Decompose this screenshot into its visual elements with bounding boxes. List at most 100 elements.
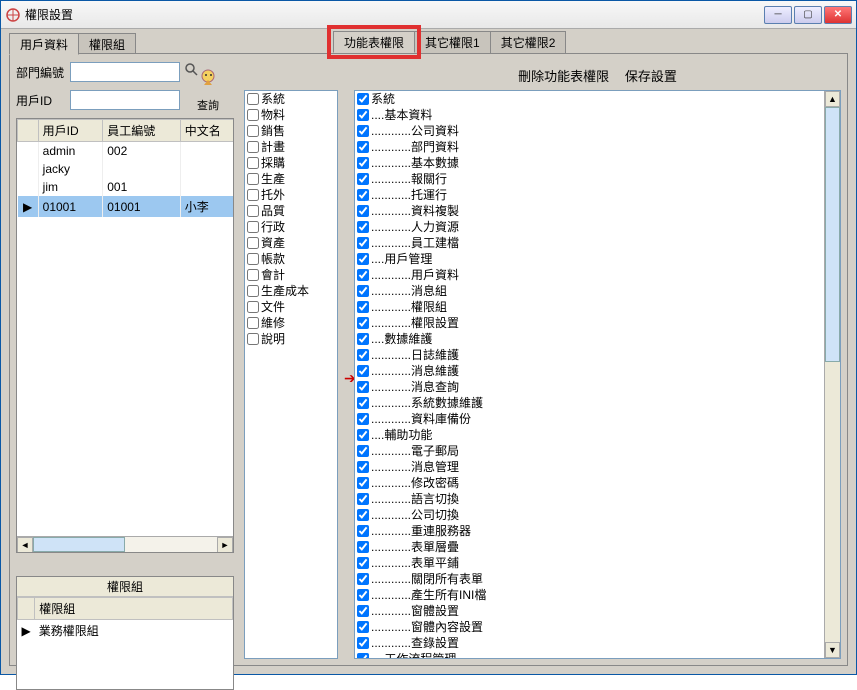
module-checkbox[interactable] xyxy=(247,333,259,345)
hscroll-right-arrow[interactable]: ► xyxy=(217,537,233,553)
group-grid[interactable]: 權限組 權限組 ▶業務權限組 xyxy=(16,576,234,690)
perm-checkbox[interactable] xyxy=(357,221,369,233)
perm-tree-item[interactable]: ............部門資料 xyxy=(355,139,824,155)
perm-checkbox[interactable] xyxy=(357,557,369,569)
module-tree[interactable]: 系統物料銷售計畫採購生產托外品質行政資產帳款會計生產成本文件維修說明 xyxy=(244,90,338,659)
delete-menu-perm-button[interactable]: 刪除功能表權限 xyxy=(518,69,609,84)
perm-tree-item[interactable]: ............托運行 xyxy=(355,187,824,203)
module-tree-item[interactable]: 物料 xyxy=(245,107,337,123)
grid-hscroll[interactable]: ◄ ► xyxy=(17,536,233,552)
perm-tree-item[interactable]: ............權限設置 xyxy=(355,315,824,331)
perm-tree-item[interactable]: ............查錄設置 xyxy=(355,635,824,651)
perm-checkbox[interactable] xyxy=(357,445,369,457)
module-tree-item[interactable]: 系統 xyxy=(245,91,337,107)
module-tree-item[interactable]: 品質 xyxy=(245,203,337,219)
perm-checkbox[interactable] xyxy=(357,173,369,185)
close-button[interactable]: ✕ xyxy=(824,6,852,24)
perm-checkbox[interactable] xyxy=(357,125,369,137)
col-empno[interactable]: 員工編號 xyxy=(103,120,181,142)
perm-tree-item[interactable]: ............電子郵局 xyxy=(355,443,824,459)
perm-tree-item[interactable]: ............關閉所有表單 xyxy=(355,571,824,587)
hscroll-thumb[interactable] xyxy=(33,537,125,552)
module-checkbox[interactable] xyxy=(247,125,259,137)
perm-checkbox[interactable] xyxy=(357,525,369,537)
perm-checkbox[interactable] xyxy=(357,141,369,153)
col-userid[interactable]: 用戶ID xyxy=(38,120,103,142)
perm-tree-item[interactable]: ....數據維護 xyxy=(355,331,824,347)
perm-checkbox[interactable] xyxy=(357,621,369,633)
module-checkbox[interactable] xyxy=(247,109,259,121)
perm-tree-item[interactable]: ....基本資料 xyxy=(355,107,824,123)
perm-checkbox[interactable] xyxy=(357,589,369,601)
col-cn[interactable]: 中文名 xyxy=(180,120,234,142)
module-checkbox[interactable] xyxy=(247,269,259,281)
perm-tree-item[interactable]: ............系統數據維護 xyxy=(355,395,824,411)
perm-checkbox[interactable] xyxy=(357,157,369,169)
tab-user-info[interactable]: 用戶資料 xyxy=(9,33,79,55)
user-grid[interactable]: 用戶ID 員工編號 中文名 英文 admin002Chajackyjim001J… xyxy=(16,118,234,553)
perm-checkbox[interactable] xyxy=(357,317,369,329)
perm-tree-item[interactable]: ............產生所有INI檔 xyxy=(355,587,824,603)
perm-tree-item[interactable]: ............資料複製 xyxy=(355,203,824,219)
table-row[interactable]: ▶業務權限組 xyxy=(18,620,233,642)
perm-tree-item[interactable]: ............修改密碼 xyxy=(355,475,824,491)
tab-other-perm-2[interactable]: 其它權限2 xyxy=(490,31,567,53)
perm-checkbox[interactable] xyxy=(357,93,369,105)
module-checkbox[interactable] xyxy=(247,237,259,249)
module-checkbox[interactable] xyxy=(247,221,259,233)
module-tree-item[interactable]: 生產 xyxy=(245,171,337,187)
perm-tree-item[interactable]: ............用戶資料 xyxy=(355,267,824,283)
perm-tree-item[interactable]: ....用戶管理 xyxy=(355,251,824,267)
perm-checkbox[interactable] xyxy=(357,253,369,265)
perm-checkbox[interactable] xyxy=(357,637,369,649)
perm-checkbox[interactable] xyxy=(357,237,369,249)
perm-checkbox[interactable] xyxy=(357,109,369,121)
perm-checkbox[interactable] xyxy=(357,189,369,201)
perm-tree-item[interactable]: ............窗體內容設置 xyxy=(355,619,824,635)
perm-tree-item[interactable]: ............語言切換 xyxy=(355,491,824,507)
perm-tree-item[interactable]: ............重連服務器 xyxy=(355,523,824,539)
perm-tree-item[interactable]: 系統 xyxy=(355,91,824,107)
hscroll-left-arrow[interactable]: ◄ xyxy=(17,537,33,553)
module-tree-item[interactable]: 會計 xyxy=(245,267,337,283)
perm-checkbox[interactable] xyxy=(357,493,369,505)
perm-checkbox[interactable] xyxy=(357,269,369,281)
permission-tree[interactable]: 系統....基本資料............公司資料............部門… xyxy=(354,90,841,659)
maximize-button[interactable]: ▢ xyxy=(794,6,822,24)
module-tree-item[interactable]: 生產成本 xyxy=(245,283,337,299)
perm-tree-item[interactable]: ............員工建檔 xyxy=(355,235,824,251)
module-checkbox[interactable] xyxy=(247,93,259,105)
module-tree-item[interactable]: 銷售 xyxy=(245,123,337,139)
perm-tree-item[interactable]: ............表單平鋪 xyxy=(355,555,824,571)
perm-checkbox[interactable] xyxy=(357,653,369,659)
module-tree-item[interactable]: 托外 xyxy=(245,187,337,203)
perm-checkbox[interactable] xyxy=(357,509,369,521)
perm-checkbox[interactable] xyxy=(357,477,369,489)
module-checkbox[interactable] xyxy=(247,205,259,217)
perm-tree-item[interactable]: ............窗體設置 xyxy=(355,603,824,619)
vscroll-down-arrow[interactable]: ▼ xyxy=(825,642,840,658)
module-checkbox[interactable] xyxy=(247,253,259,265)
table-row[interactable]: ▶0100101001小李X.Le xyxy=(18,196,235,217)
perm-checkbox[interactable] xyxy=(357,461,369,473)
perm-tree-item[interactable]: ............公司資料 xyxy=(355,123,824,139)
perm-tree-item[interactable]: ............資料庫備份 xyxy=(355,411,824,427)
perm-tree-item[interactable]: ............公司切換 xyxy=(355,507,824,523)
perm-tree-item[interactable]: ............消息組 xyxy=(355,283,824,299)
module-checkbox[interactable] xyxy=(247,285,259,297)
perm-tree-item[interactable]: ............人力資源 xyxy=(355,219,824,235)
perm-checkbox[interactable] xyxy=(357,397,369,409)
vscroll-up-arrow[interactable]: ▲ xyxy=(825,91,840,107)
perm-tree-item[interactable]: ............日誌維護 xyxy=(355,347,824,363)
perm-checkbox[interactable] xyxy=(357,205,369,217)
module-checkbox[interactable] xyxy=(247,141,259,153)
module-tree-item[interactable]: 帳款 xyxy=(245,251,337,267)
module-tree-item[interactable]: 行政 xyxy=(245,219,337,235)
module-tree-item[interactable]: 計畫 xyxy=(245,139,337,155)
module-tree-item[interactable]: 說明 xyxy=(245,331,337,347)
perm-checkbox[interactable] xyxy=(357,381,369,393)
perm-tree-item[interactable]: ............消息管理 xyxy=(355,459,824,475)
module-tree-item[interactable]: 採購 xyxy=(245,155,337,171)
module-tree-item[interactable]: 維修 xyxy=(245,315,337,331)
perm-tree-item[interactable]: ............權限組 xyxy=(355,299,824,315)
